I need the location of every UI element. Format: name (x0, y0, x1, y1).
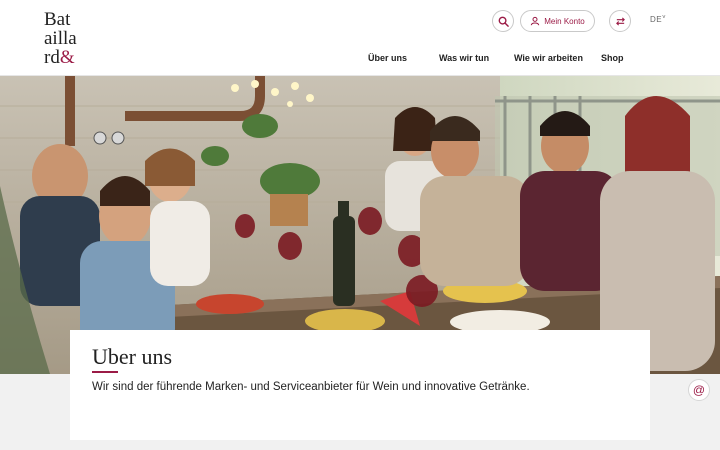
user-icon (531, 16, 540, 26)
logo-line-1: Bat (44, 9, 71, 30)
account-button[interactable]: Mein Konto (520, 10, 595, 32)
logo-line-3: rd& (44, 48, 77, 67)
email-button[interactable]: @ (688, 379, 710, 401)
title-underline (92, 371, 118, 373)
account-label: Mein Konto (544, 16, 585, 26)
email-icon: @ (693, 383, 705, 397)
nav-item-shop[interactable]: Shop (601, 53, 624, 63)
search-button[interactable] (492, 10, 514, 32)
swap-button[interactable] (609, 10, 631, 32)
logo-line-2: ailla (44, 28, 77, 49)
language-selector[interactable]: DE˅ (650, 15, 666, 24)
logo-line-3-text: rd (44, 47, 60, 68)
swap-icon (615, 16, 625, 26)
nav-item-was-wir-tun[interactable]: Was wir tun (439, 53, 489, 63)
logo-ampersand: & (59, 47, 75, 68)
svg-text:@: @ (693, 383, 705, 397)
search-icon (498, 16, 509, 27)
site-header: Bat ailla rd& Mein Konto DE˅ Über uns Wa… (0, 0, 720, 76)
brand-logo[interactable]: Bat ailla rd& (44, 10, 77, 67)
language-label: DE (650, 15, 663, 24)
about-card: Uber uns Wir sind der führende Marken- u… (70, 330, 650, 440)
nav-item-wie-wir-arbeiten[interactable]: Wie wir arbeiten (514, 53, 583, 63)
nav-item-ueber-uns[interactable]: Über uns (368, 53, 407, 63)
page-title: Uber uns (92, 344, 173, 369)
intro-text: Wir sind der führende Marken- und Servic… (92, 381, 530, 393)
chevron-down-icon: ˅ (662, 15, 667, 21)
